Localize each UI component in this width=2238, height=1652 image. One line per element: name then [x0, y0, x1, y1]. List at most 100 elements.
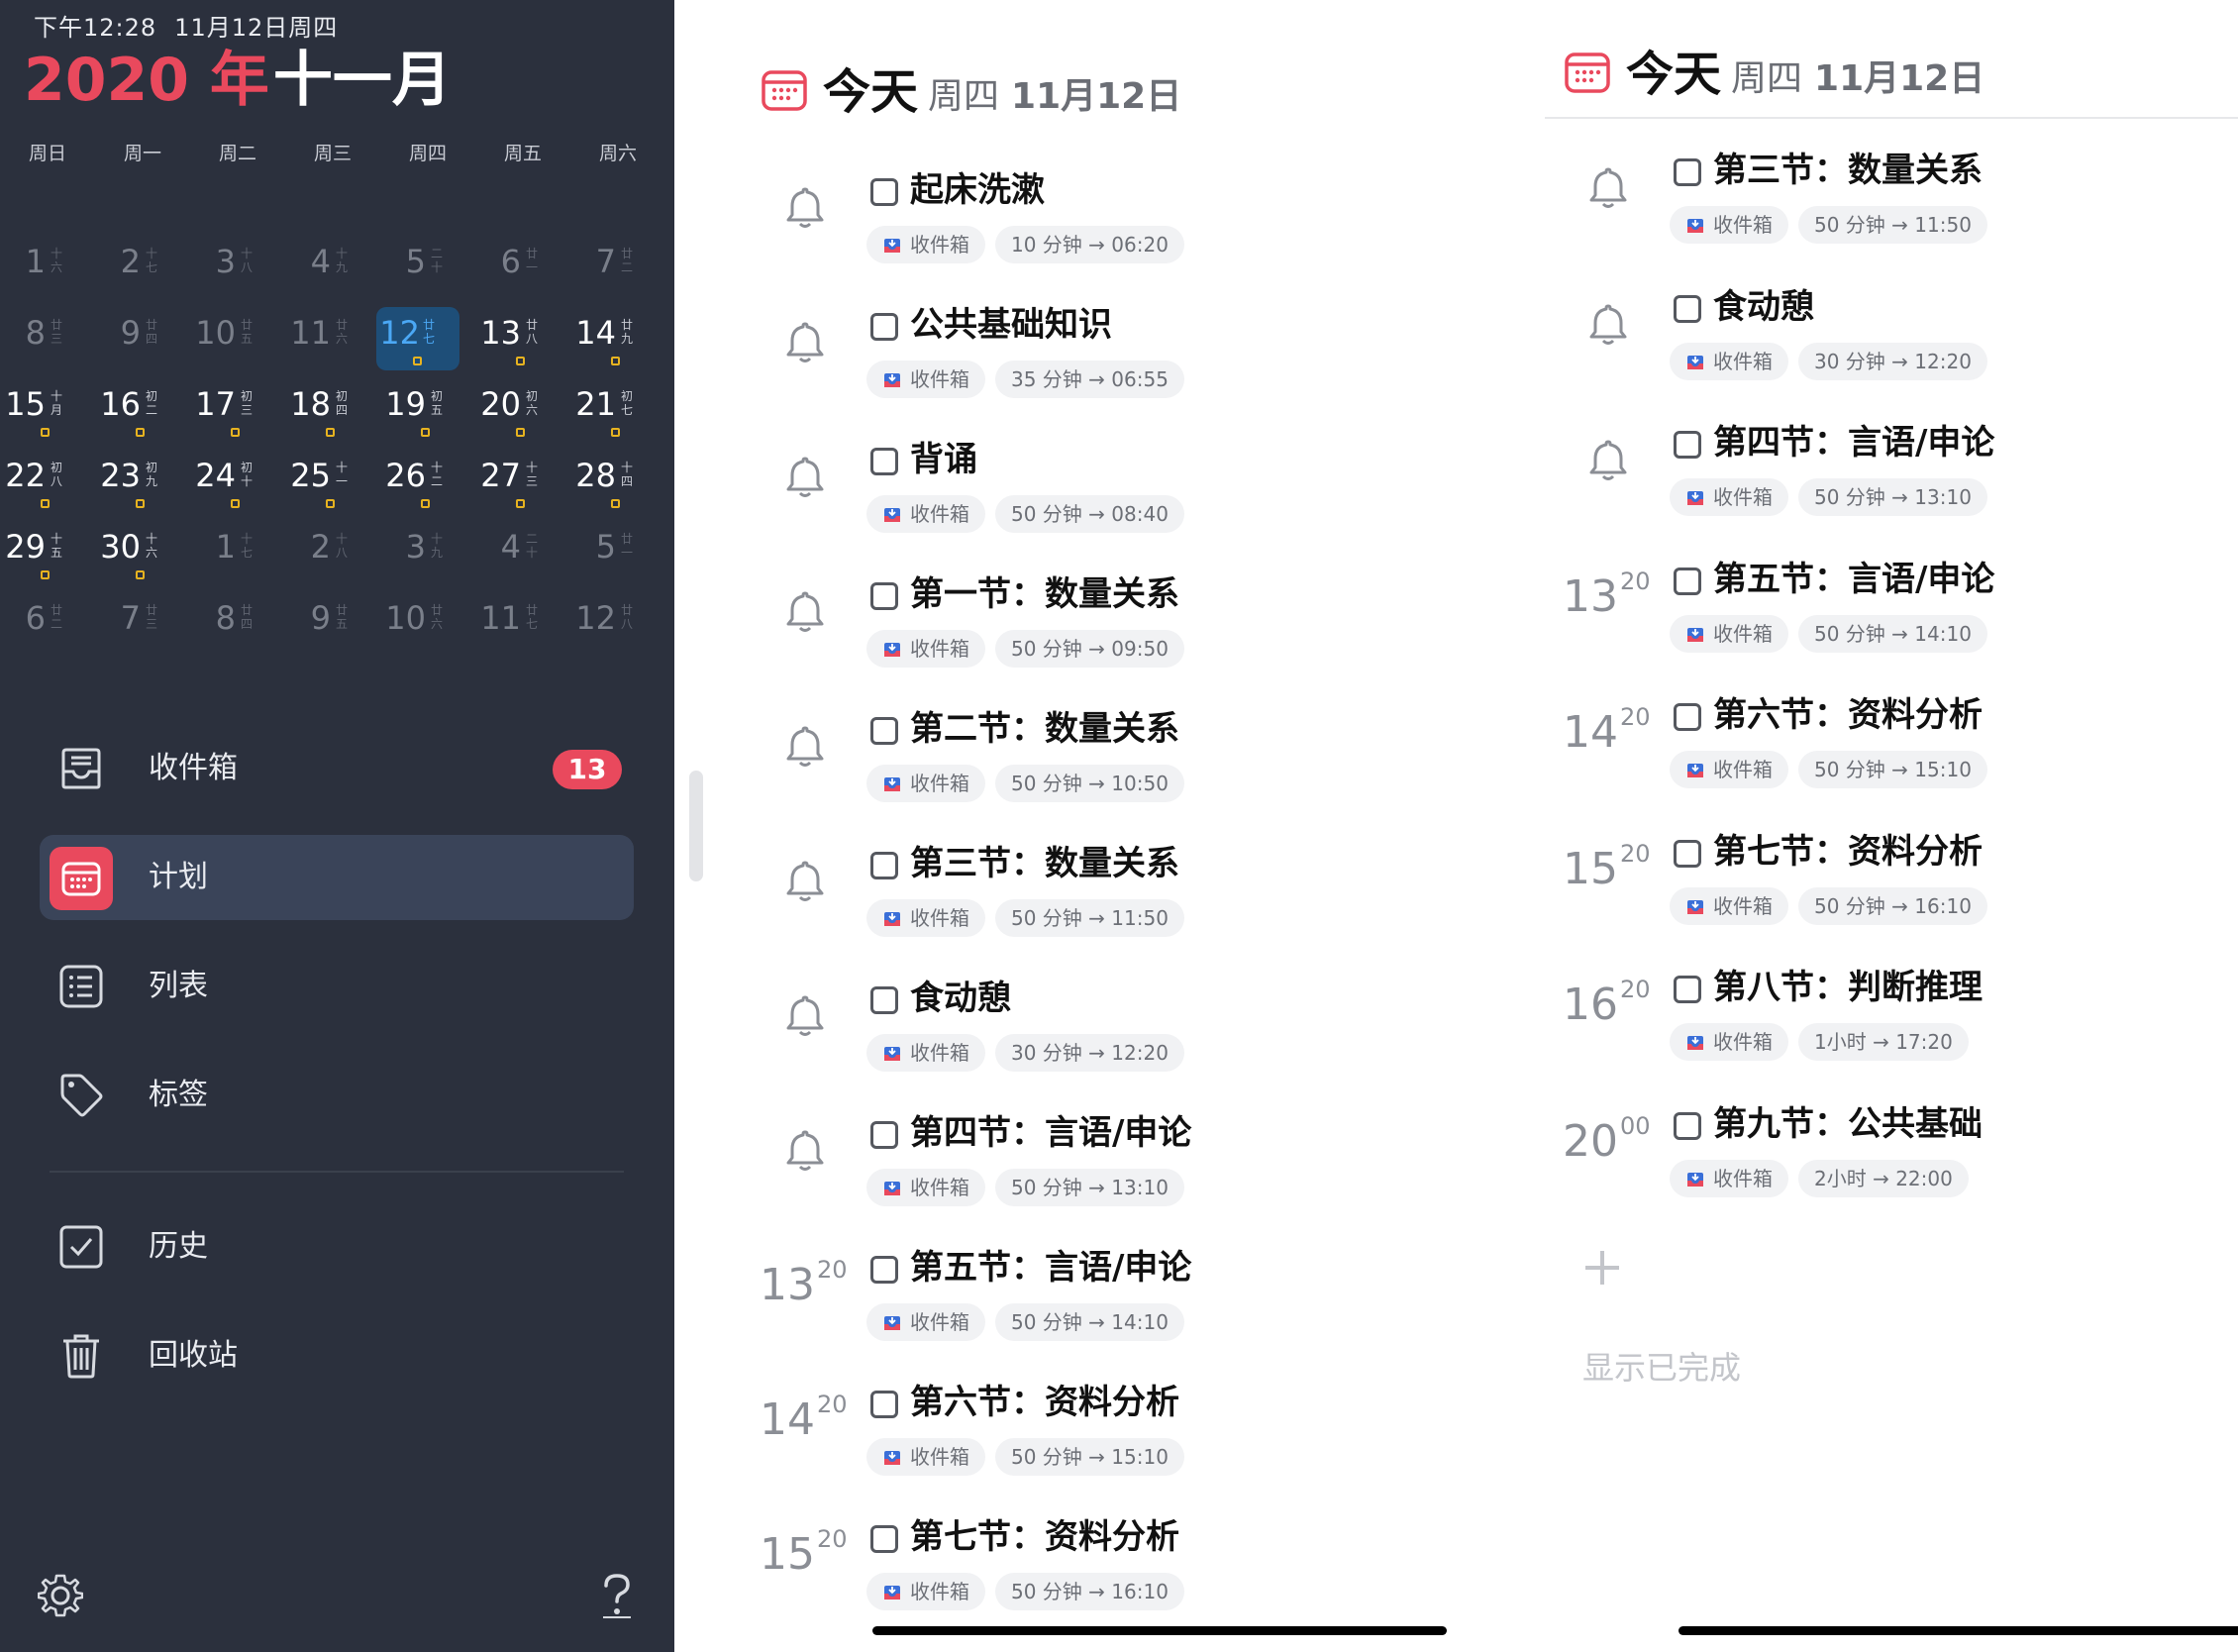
calendar-day[interactable]: 10 廿五: [190, 313, 285, 372]
bell-icon[interactable]: [762, 711, 849, 782]
calendar-day[interactable]: 27 十三: [475, 456, 570, 515]
calendar-day[interactable]: 6 廿一: [475, 242, 570, 301]
month-title[interactable]: 2020 年十一月: [24, 46, 452, 115]
calendar-day[interactable]: 30 十六: [95, 527, 190, 586]
calendar-day[interactable]: 2 十七: [95, 242, 190, 301]
bell-icon[interactable]: [762, 1115, 849, 1187]
bell-icon[interactable]: [762, 981, 849, 1052]
task-checkbox[interactable]: [1674, 703, 1701, 731]
calendar-day[interactable]: 16 初二: [95, 384, 190, 444]
calendar-day[interactable]: 18 初四: [285, 384, 380, 444]
calendar-day[interactable]: 13 廿八: [475, 313, 570, 372]
task-checkbox[interactable]: [1674, 158, 1701, 186]
bell-icon[interactable]: [762, 576, 849, 648]
task-row[interactable]: 2000 第九节：公共基础 收件箱 2小时 → 22:00: [1563, 1090, 2198, 1209]
task-row[interactable]: 1320 第五节：言语/申论 收件箱 50 分钟 → 14:10: [1563, 546, 2198, 665]
calendar-day[interactable]: 26 十二: [380, 456, 475, 515]
calendar-day[interactable]: 1 十七: [190, 527, 285, 586]
bell-icon[interactable]: [762, 846, 849, 917]
calendar-day[interactable]: 9 廿五: [285, 598, 380, 658]
calendar-day[interactable]: 21 初七: [570, 384, 665, 444]
task-row[interactable]: 1520 第七节：资料分析 收件箱 50 分钟 → 16:10: [760, 1503, 1395, 1622]
calendar-day[interactable]: 19 初五: [380, 384, 475, 444]
task-row[interactable]: 第四节：言语/申论 收件箱 50 分钟 → 13:10: [762, 1099, 1395, 1218]
sidebar-item-tags[interactable]: 标签: [40, 1053, 634, 1138]
sidebar-item-plan[interactable]: 计划: [40, 835, 634, 920]
calendar-day[interactable]: 20 初六: [475, 384, 570, 444]
task-checkbox[interactable]: [870, 717, 898, 745]
question-icon[interactable]: [592, 1571, 642, 1620]
task-row[interactable]: 公共基础知识 收件箱 35 分钟 → 06:55: [762, 291, 1395, 410]
task-row[interactable]: 食动憩 收件箱 30 分钟 → 12:20: [1565, 273, 2198, 392]
calendar-day[interactable]: 12 廿八: [570, 598, 665, 658]
calendar-day[interactable]: 11 廿六: [285, 313, 380, 372]
task-checkbox[interactable]: [870, 1391, 898, 1418]
calendar-day[interactable]: 5 廿一: [570, 527, 665, 586]
task-checkbox[interactable]: [870, 986, 898, 1014]
task-checkbox[interactable]: [870, 1256, 898, 1284]
calendar-day[interactable]: 10 廿六: [380, 598, 475, 658]
calendar-day[interactable]: 17 初三: [190, 384, 285, 444]
task-checkbox[interactable]: [870, 1525, 898, 1553]
task-row[interactable]: 1420 第六节：资料分析 收件箱 50 分钟 → 15:10: [760, 1369, 1395, 1488]
task-checkbox[interactable]: [1674, 294, 1701, 323]
sidebar-item-inbox[interactable]: 收件箱 13: [40, 726, 634, 811]
task-checkbox[interactable]: [1674, 839, 1701, 868]
task-checkbox[interactable]: [1674, 1111, 1701, 1140]
calendar-day[interactable]: 24 初十: [190, 456, 285, 515]
task-row[interactable]: 第三节：数量关系 收件箱 50 分钟 → 11:50: [1565, 137, 2198, 256]
bell-icon[interactable]: [762, 307, 849, 378]
calendar-day[interactable]: 5 二十: [380, 242, 475, 301]
task-row[interactable]: 第一节：数量关系 收件箱 50 分钟 → 09:50: [762, 561, 1395, 679]
plus-icon[interactable]: [1582, 1248, 1622, 1288]
task-row[interactable]: 食动憩 收件箱 30 分钟 → 12:20: [762, 965, 1395, 1084]
gear-icon[interactable]: [36, 1571, 85, 1620]
task-row[interactable]: 1520 第七节：资料分析 收件箱 50 分钟 → 16:10: [1563, 818, 2198, 937]
calendar-day[interactable]: 8 廿四: [190, 598, 285, 658]
sidebar-item-trash[interactable]: 回收站: [40, 1313, 634, 1398]
task-checkbox[interactable]: [870, 1121, 898, 1149]
calendar-day[interactable]: 7 廿二: [570, 242, 665, 301]
calendar-day[interactable]: 9 廿四: [95, 313, 190, 372]
calendar-day[interactable]: 7 廿三: [95, 598, 190, 658]
bell-icon[interactable]: [1565, 153, 1652, 224]
task-row[interactable]: 背诵 收件箱 50 分钟 → 08:40: [762, 426, 1395, 545]
task-row[interactable]: 1420 第六节：资料分析 收件箱 50 分钟 → 15:10: [1563, 681, 2198, 800]
calendar-day[interactable]: 1 十六: [0, 242, 95, 301]
bell-icon[interactable]: [762, 172, 849, 244]
calendar-day-today[interactable]: 12 廿七: [376, 307, 459, 370]
calendar-day[interactable]: 22 初八: [0, 456, 95, 515]
task-checkbox[interactable]: [1674, 431, 1701, 459]
task-row[interactable]: 1620 第八节：判断推理 收件箱 1小时 → 17:20: [1563, 954, 2198, 1073]
task-row[interactable]: 第三节：数量关系 收件箱 50 分钟 → 11:50: [762, 830, 1395, 949]
calendar-day[interactable]: 6 廿二: [0, 598, 95, 658]
bell-icon[interactable]: [1565, 289, 1652, 361]
calendar-day[interactable]: 11 廿七: [475, 598, 570, 658]
task-checkbox[interactable]: [870, 313, 898, 341]
calendar-day[interactable]: 29 十五: [0, 527, 95, 586]
calendar-day[interactable]: 4 十九: [285, 242, 380, 301]
task-checkbox[interactable]: [1674, 976, 1701, 1003]
bell-icon[interactable]: [762, 442, 849, 513]
calendar-day[interactable]: 15 十月: [0, 384, 95, 444]
calendar-day[interactable]: 28 十四: [570, 456, 665, 515]
calendar-day[interactable]: 23 初九: [95, 456, 190, 515]
bell-icon[interactable]: [1565, 425, 1652, 496]
calendar-day[interactable]: 3 十九: [380, 527, 475, 586]
task-checkbox[interactable]: [870, 582, 898, 610]
task-row[interactable]: 起床洗漱 收件箱 10 分钟 → 06:20: [762, 156, 1395, 275]
show-completed-button[interactable]: 显示已完成: [1582, 1343, 1741, 1389]
scrollbar[interactable]: [689, 771, 703, 881]
sidebar-item-history[interactable]: 历史: [40, 1204, 634, 1290]
calendar-day[interactable]: 3 十八: [190, 242, 285, 301]
calendar-day[interactable]: 4 二十: [475, 527, 570, 586]
task-checkbox[interactable]: [1674, 567, 1701, 595]
calendar-day[interactable]: 2 十八: [285, 527, 380, 586]
task-row[interactable]: 第四节：言语/申论 收件箱 50 分钟 → 13:10: [1565, 409, 2198, 528]
calendar-day[interactable]: 25 十一: [285, 456, 380, 515]
task-row[interactable]: 第二节：数量关系 收件箱 50 分钟 → 10:50: [762, 695, 1395, 814]
calendar-day[interactable]: 14 廿九: [570, 313, 665, 372]
calendar-day[interactable]: 8 廿三: [0, 313, 95, 372]
task-checkbox[interactable]: [870, 448, 898, 475]
task-row[interactable]: 1320 第五节：言语/申论 收件箱 50 分钟 → 14:10: [760, 1234, 1395, 1353]
